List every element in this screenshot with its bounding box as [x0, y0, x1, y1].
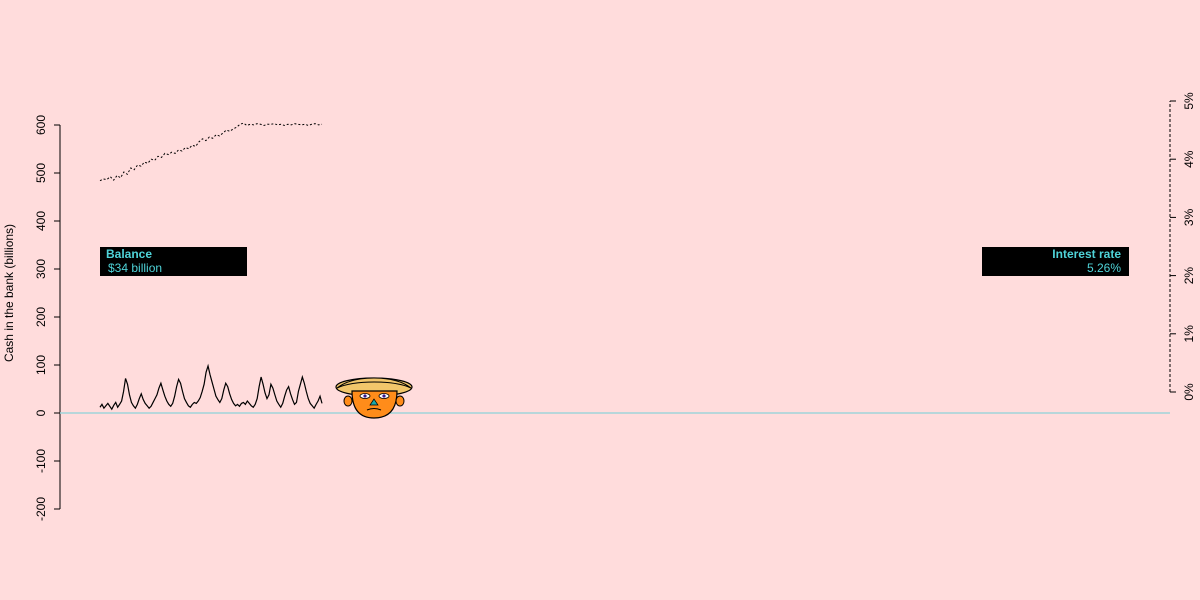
- balance-value: $34 billion: [108, 261, 163, 275]
- interest-rate-series-line: [99, 122, 323, 182]
- right-axis-tick-label: 0%: [1182, 383, 1196, 401]
- left-axis-tick-label: 500: [34, 163, 48, 183]
- left-axis-tick-label: 600: [34, 115, 48, 135]
- right-axis-tick-label: 1%: [1182, 325, 1196, 343]
- left-axis-tick-label: 100: [34, 355, 48, 375]
- left-axis-tick-label: 200: [34, 307, 48, 327]
- chart-svg: -200 -100 0 100 200 300 400 500 600 0% 1% 2% 3% 4% 5%…: [2, 92, 1196, 521]
- left-axis-tick-label: -100: [34, 449, 48, 473]
- y-axis-title: Cash in the bank (billions): [2, 224, 16, 362]
- right-axis-tick-label: 5%: [1182, 92, 1196, 110]
- left-axis-tick-label: -200: [34, 497, 48, 521]
- interest-rate-value: 5.26%: [1086, 261, 1121, 275]
- interest-rate-info-box: Interest rate 5.26%: [982, 247, 1129, 276]
- balance-series-line: [99, 363, 323, 411]
- chart-stage: -200 -100 0 100 200 300 400 500 600 0% 1% 2% 3% 4% 5%…: [0, 0, 1200, 600]
- left-axis-tick-label: 300: [34, 259, 48, 279]
- right-axis-tick-label: 3%: [1182, 208, 1196, 226]
- left-axis-tick-label: 400: [34, 211, 48, 231]
- balance-info-box: Balance $34 billion: [100, 247, 247, 276]
- right-y-axis: 0% 1% 2% 3% 4% 5%: [1169, 92, 1196, 401]
- right-axis-tick-label: 4%: [1182, 150, 1196, 168]
- left-y-axis: -200 -100 0 100 200 300 400 500 600: [34, 115, 61, 521]
- right-axis-tick-label: 2%: [1182, 267, 1196, 285]
- interest-rate-title: Interest rate: [1052, 247, 1121, 261]
- balance-title: Balance: [106, 247, 153, 261]
- left-axis-tick-label: 0: [34, 409, 48, 416]
- character-face-icon: [335, 377, 413, 419]
